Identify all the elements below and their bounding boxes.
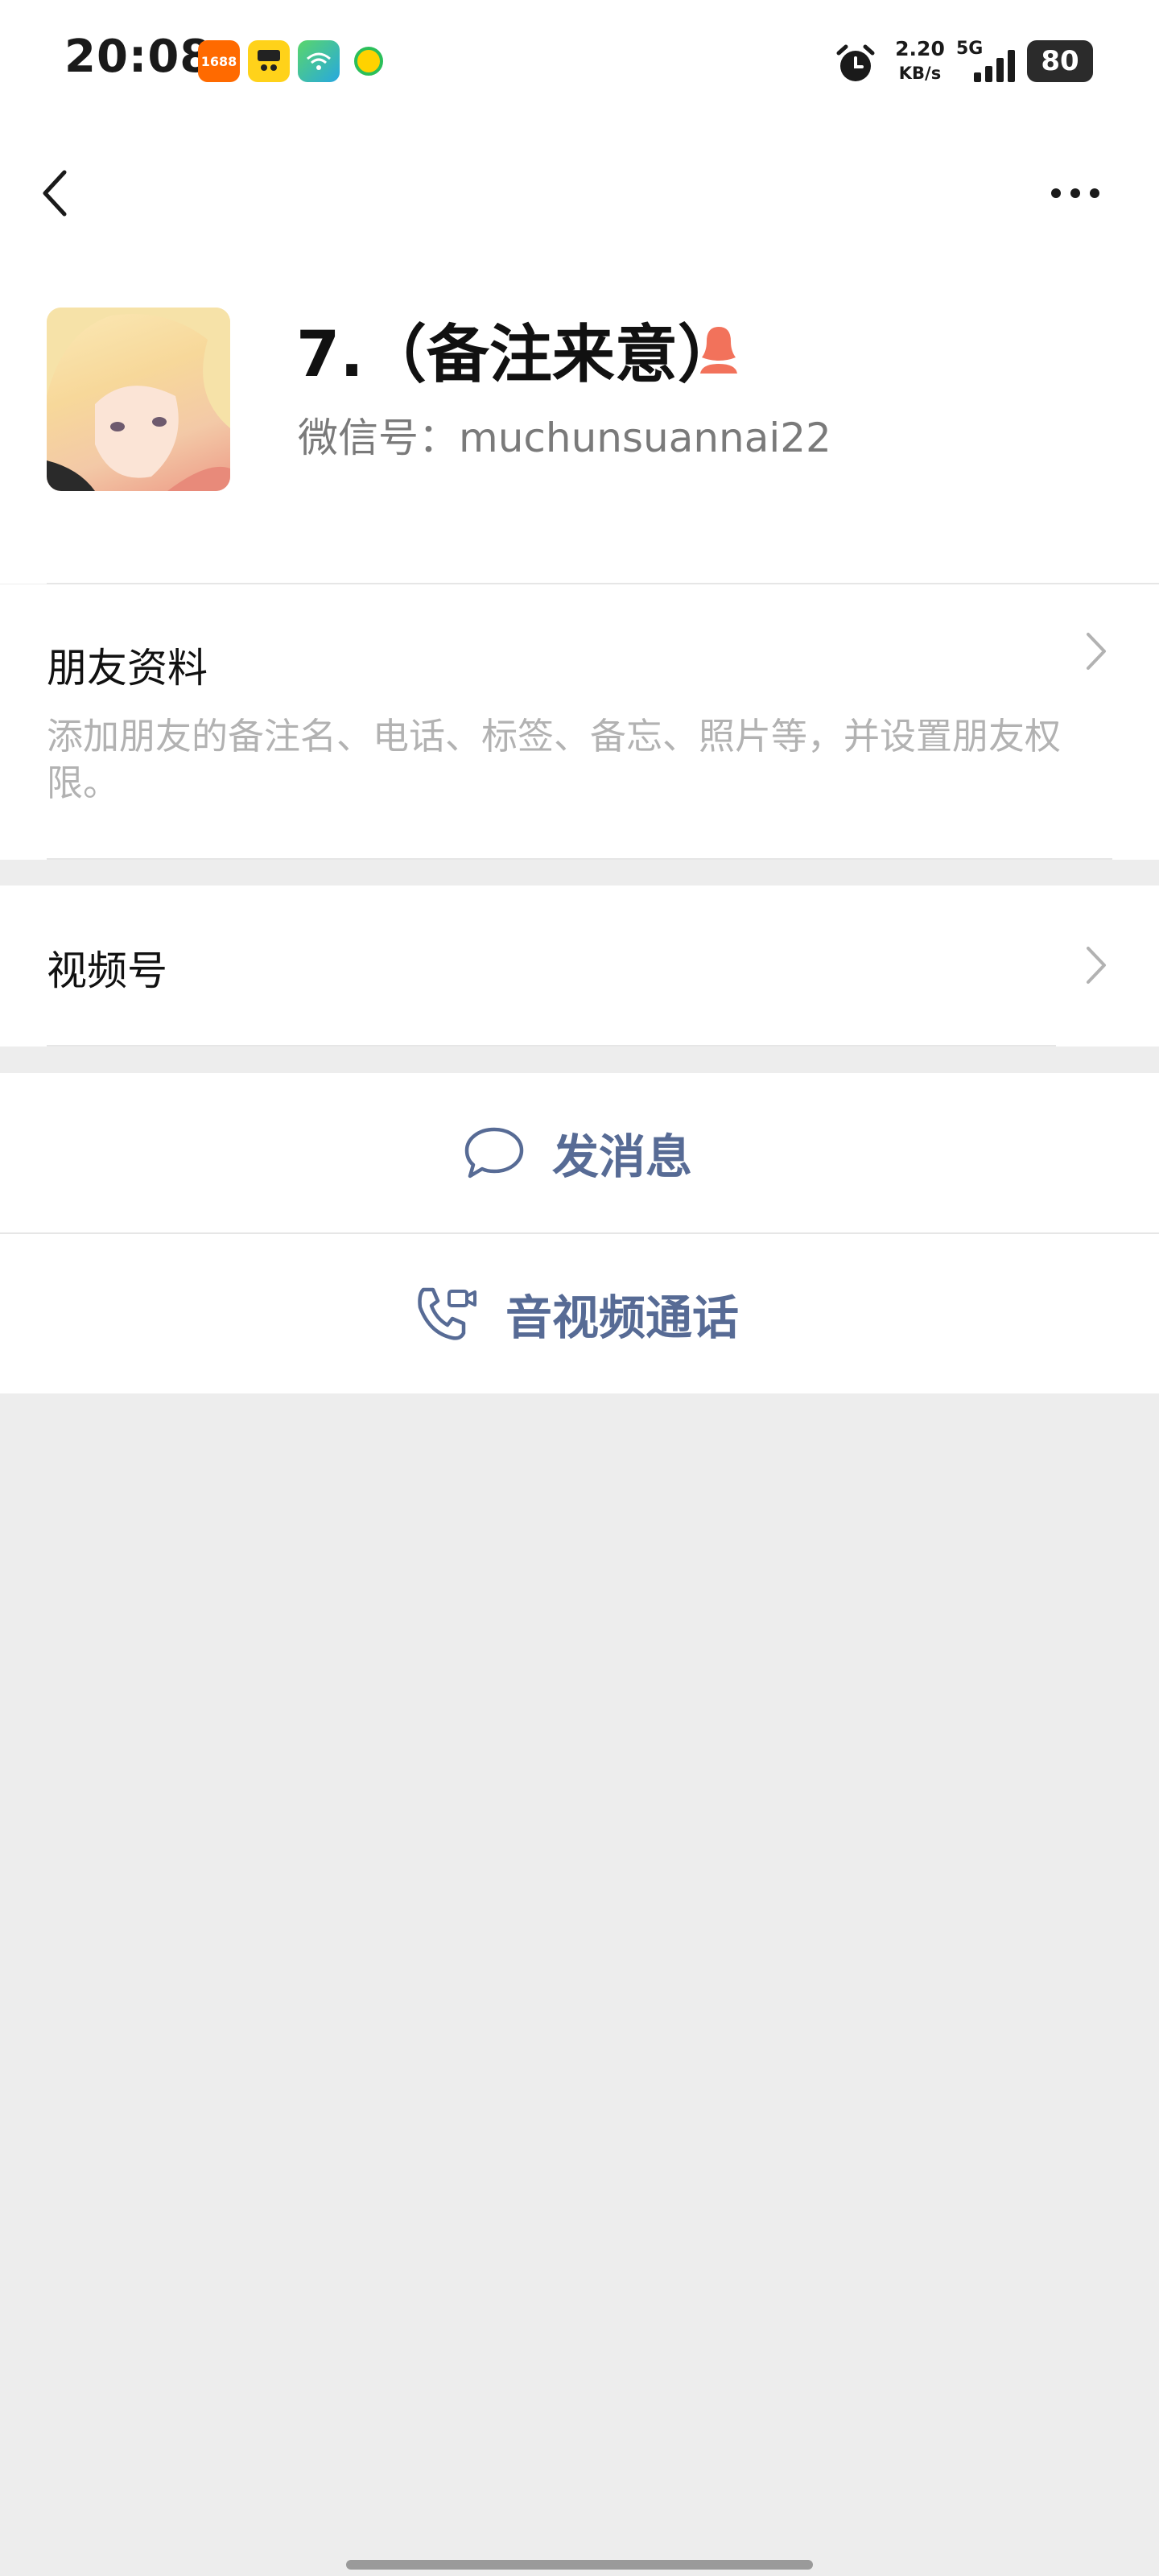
nav-bar	[0, 121, 1159, 266]
app-1688-label: 1688	[200, 53, 237, 69]
chat-bubble-icon	[464, 1127, 524, 1179]
channels-cell[interactable]: 视频号	[0, 886, 1159, 1046]
wechat-id: 微信号：muchunsuannai22	[298, 415, 831, 461]
channels-divider	[47, 1045, 1056, 1046]
contact-profile-screen: 20:08 1688 2.20 KB/s 5G 80 7.（备注来意） 微信号：…	[0, 0, 1159, 2576]
friend-info-divider	[47, 858, 1112, 860]
alarm-icon	[836, 44, 875, 81]
av-call-label: 音视频通话	[505, 1290, 740, 1345]
av-call-content: 音视频通话	[414, 1234, 739, 1393]
avatar[interactable]	[47, 308, 230, 491]
female-icon	[700, 327, 737, 374]
profile-name: 7.（备注来意）	[296, 319, 740, 391]
net-speed-value: 2.20	[895, 37, 945, 60]
status-time: 20:08	[64, 31, 212, 83]
send-message-content: 发消息	[464, 1073, 692, 1232]
friend-info-title: 朋友资料	[47, 645, 208, 691]
friend-info-cell[interactable]: 朋友资料 添加朋友的备注名、电话、标签、备忘、照片等，并设置朋友权限。	[0, 584, 1159, 860]
status-bar: 20:08 1688 2.20 KB/s 5G 80	[0, 0, 1159, 121]
back-button[interactable]	[32, 161, 80, 225]
profile-header: 7.（备注来意） 微信号：muchunsuannai22	[0, 266, 1159, 584]
send-message-button[interactable]: 发消息	[0, 1073, 1159, 1232]
music-note-shape	[354, 47, 383, 76]
net-speed-unit: KB/s	[898, 64, 942, 83]
send-message-label: 发消息	[552, 1129, 693, 1184]
signal-bars-icon	[974, 50, 1015, 82]
friend-info-description: 添加朋友的备注名、电话、标签、备忘、照片等，并设置朋友权限。	[47, 715, 1062, 804]
yellow-app-glyph	[258, 50, 280, 71]
yellow-app-icon	[248, 40, 290, 82]
chevron-right-icon	[1087, 633, 1106, 670]
wifi-glyph	[307, 52, 331, 70]
more-options-button[interactable]	[1043, 169, 1107, 217]
home-indicator[interactable]	[346, 2560, 813, 2570]
music-app-icon	[348, 40, 390, 82]
avatar-illustration	[47, 308, 230, 491]
wifi-app-icon	[298, 40, 340, 82]
video-call-icon	[418, 1287, 476, 1340]
chevron-right-icon	[1087, 947, 1106, 984]
channels-title: 视频号	[47, 947, 167, 994]
net-speed: 2.20 KB/s	[890, 37, 950, 85]
av-call-button[interactable]: 音视频通话	[0, 1234, 1159, 1393]
battery-indicator: 80	[1027, 40, 1093, 82]
1688-app-icon: 1688	[198, 40, 240, 82]
